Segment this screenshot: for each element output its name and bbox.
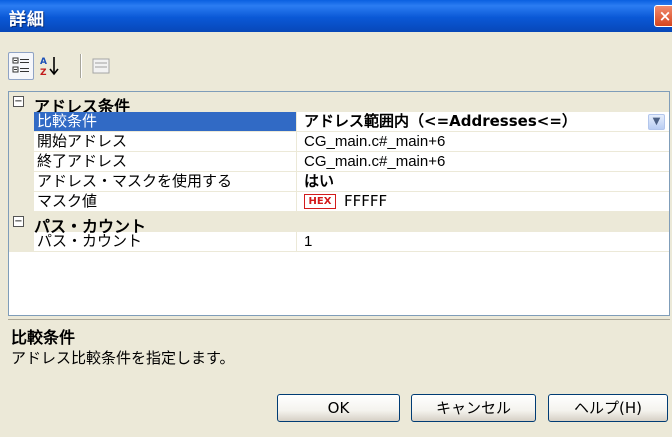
collapse-icon[interactable]: − [13, 96, 24, 107]
categorized-view-button[interactable] [8, 52, 34, 80]
close-icon: × [658, 7, 672, 25]
description-pane: 比較条件 アドレス比較条件を指定します。 [8, 319, 670, 376]
hex-icon: HEX [304, 194, 336, 209]
property-name: 比較条件 [34, 112, 297, 132]
help-button[interactable]: ヘルプ(H) [548, 394, 668, 422]
property-value-dropdown[interactable]: アドレス範囲内（<=Addresses<=） ▼ [297, 112, 669, 132]
property-value[interactable]: はい [297, 172, 669, 192]
window-title: 詳細 [9, 10, 45, 30]
property-name: パス・カウント [34, 232, 297, 252]
property-row-mask-value[interactable]: マスク値 HEX FFFFF [9, 192, 669, 212]
category-pass-count[interactable]: − パス・カウント [9, 212, 669, 236]
property-row-start-address[interactable]: 開始アドレス CG_main.c#_main+6 [9, 132, 669, 152]
property-pages-icon [92, 58, 110, 74]
property-value: FFFFF [344, 192, 388, 210]
description-title: 比較条件 [11, 328, 76, 347]
property-row-pass-count[interactable]: パス・カウント 1 [9, 232, 669, 252]
toolbar-separator [80, 54, 82, 78]
title-bar: 詳細 × [0, 0, 672, 32]
property-name: マスク値 [34, 192, 297, 212]
property-grid: − アドレス条件 比較条件 アドレス範囲内（<=Addresses<=） ▼ 開… [8, 91, 670, 316]
categorized-view-icon [12, 57, 29, 73]
property-row-use-address-mask[interactable]: アドレス・マスクを使用する はい [9, 172, 669, 192]
svg-text:Z: Z [40, 68, 47, 77]
property-value[interactable]: 1 [297, 232, 669, 252]
sort-az-icon: A Z [40, 57, 59, 77]
svg-text:A: A [40, 57, 47, 67]
property-value[interactable]: CG_main.c#_main+6 [297, 132, 669, 152]
property-value: アドレス範囲内（<=Addresses<=） [304, 112, 577, 130]
collapse-icon[interactable]: − [13, 216, 24, 227]
close-button[interactable]: × [654, 5, 672, 27]
cancel-button[interactable]: キャンセル [411, 394, 536, 422]
property-toolbar: A Z [8, 52, 668, 88]
property-value-cell[interactable]: HEX FFFFF [297, 192, 669, 212]
property-row-end-address[interactable]: 終了アドレス CG_main.c#_main+6 [9, 152, 669, 172]
property-name: 開始アドレス [34, 132, 297, 152]
chevron-down-icon[interactable]: ▼ [648, 114, 665, 130]
property-name: 終了アドレス [34, 152, 297, 172]
property-value[interactable]: CG_main.c#_main+6 [297, 152, 669, 172]
property-name: アドレス・マスクを使用する [34, 172, 297, 192]
category-address-condition[interactable]: − アドレス条件 [9, 92, 669, 116]
property-row-compare-condition[interactable]: 比較条件 アドレス範囲内（<=Addresses<=） ▼ [9, 112, 669, 132]
property-pages-button[interactable] [88, 52, 114, 80]
sort-alphabetical-button[interactable]: A Z [37, 52, 63, 80]
ok-button[interactable]: OK [277, 394, 400, 422]
description-text: アドレス比較条件を指定します。 [11, 349, 235, 367]
